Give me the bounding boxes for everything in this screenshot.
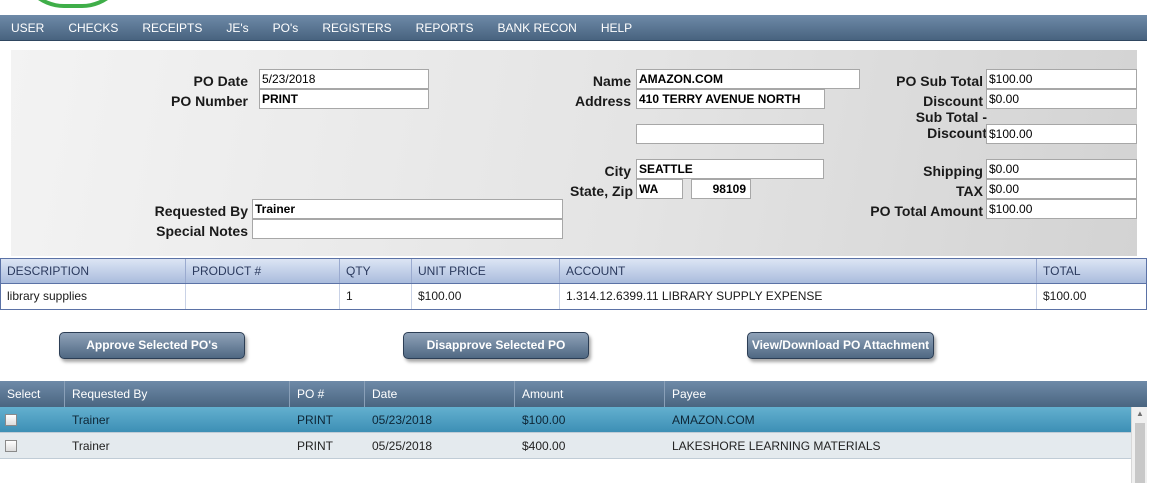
cell-product — [186, 284, 340, 309]
cell-qty: 1 — [340, 284, 412, 309]
po-list-scrollbar[interactable]: ▲ — [1131, 407, 1147, 483]
menu-reports[interactable]: REPORTS — [404, 15, 486, 41]
po-total-amount-label: PO Total Amount — [870, 203, 983, 219]
requested-by-field[interactable]: Trainer — [252, 199, 563, 219]
address-field[interactable]: 410 TERRY AVENUE NORTH — [636, 89, 825, 109]
view-attachment-button[interactable]: View/Download PO Attachment — [747, 332, 934, 359]
po-sub-total-label: PO Sub Total — [896, 73, 983, 89]
col-requested-by[interactable]: Requested By — [65, 381, 290, 407]
special-notes-field[interactable] — [252, 219, 563, 239]
menu-help[interactable]: HELP — [589, 15, 644, 41]
po-row-selected[interactable]: Trainer PRINT 05/23/2018 $100.00 AMAZON.… — [0, 407, 1147, 433]
po-total-amount-field[interactable]: $100.00 — [986, 199, 1137, 219]
col-date[interactable]: Date — [365, 381, 515, 407]
col-po-number[interactable]: PO # — [290, 381, 365, 407]
city-field[interactable]: SEATTLE — [636, 159, 824, 179]
select-checkbox[interactable] — [5, 414, 17, 426]
tax-label: TAX — [956, 183, 983, 199]
state-field[interactable]: WA — [636, 179, 683, 199]
sub-total-discount-label: Discount — [927, 125, 987, 141]
cell-amount: $100.00 — [522, 413, 566, 427]
po-row[interactable]: Trainer PRINT 05/25/2018 $400.00 LAKESHO… — [0, 433, 1147, 459]
cell-description: library supplies — [1, 284, 186, 309]
col-amount[interactable]: Amount — [515, 381, 665, 407]
col-qty[interactable]: QTY — [340, 259, 412, 283]
cell-account: 1.314.12.6399.11 LIBRARY SUPPLY EXPENSE — [560, 284, 1037, 309]
table-row[interactable]: library supplies 1 $100.00 1.314.12.6399… — [0, 284, 1147, 310]
col-payee[interactable]: Payee — [665, 381, 1147, 407]
address-line2-field[interactable] — [636, 124, 824, 144]
cell-amount: $400.00 — [522, 439, 566, 453]
line-items-grid: DESCRIPTION PRODUCT # QTY UNIT PRICE ACC… — [0, 258, 1147, 310]
main-menu-bar: USER CHECKS RECEIPTS JE's PO's REGISTERS… — [0, 15, 1147, 41]
col-description[interactable]: DESCRIPTION — [1, 259, 186, 283]
menu-user[interactable]: USER — [0, 15, 56, 41]
cell-date: 05/23/2018 — [372, 413, 433, 427]
menu-jes[interactable]: JE's — [214, 15, 260, 41]
po-detail-panel: PO Date 5/23/2018 PO Number PRINT Reques… — [11, 50, 1137, 256]
shipping-field[interactable]: $0.00 — [986, 159, 1137, 179]
col-account[interactable]: ACCOUNT — [560, 259, 1037, 283]
zip-field[interactable]: 98109 — [691, 179, 751, 199]
menu-bank-recon[interactable]: BANK RECON — [485, 15, 588, 41]
cell-po-number: PRINT — [297, 439, 333, 453]
cell-total: $100.00 — [1043, 289, 1087, 303]
cell-unit-price: $100.00 — [412, 284, 560, 309]
po-date-label: PO Date — [193, 73, 248, 89]
po-number-field[interactable]: PRINT — [259, 89, 429, 109]
state-zip-label: State, Zip — [569, 183, 633, 199]
payee-name-field[interactable]: AMAZON.COM — [636, 69, 860, 89]
menu-receipts[interactable]: RECEIPTS — [130, 15, 214, 41]
cell-requested-by: Trainer — [72, 413, 110, 427]
po-sub-total-field[interactable]: $100.00 — [986, 69, 1137, 89]
special-notes-label: Special Notes — [156, 223, 248, 239]
disapprove-selected-button[interactable]: Disapprove Selected PO — [403, 332, 589, 359]
menu-registers[interactable]: REGISTERS — [310, 15, 403, 41]
discount-label: Discount — [923, 93, 983, 109]
approve-selected-button[interactable]: Approve Selected PO's — [59, 332, 245, 359]
cell-payee: LAKESHORE LEARNING MATERIALS — [672, 439, 881, 453]
col-unit-price[interactable]: UNIT PRICE — [412, 259, 560, 283]
cell-payee: AMAZON.COM — [672, 413, 755, 427]
menu-pos[interactable]: PO's — [261, 15, 311, 41]
col-product[interactable]: PRODUCT # — [186, 259, 340, 283]
city-label: City — [604, 163, 631, 179]
select-checkbox[interactable] — [5, 440, 17, 452]
cell-po-number: PRINT — [297, 413, 333, 427]
menu-checks[interactable]: CHECKS — [56, 15, 130, 41]
sub-total-minus-discount-field[interactable]: $100.00 — [986, 124, 1137, 144]
scroll-thumb[interactable] — [1135, 423, 1145, 483]
select-cell — [0, 407, 65, 432]
cell-requested-by: Trainer — [72, 439, 110, 453]
po-list-header: Select Requested By PO # Date Amount Pay… — [0, 381, 1147, 407]
line-items-header: DESCRIPTION PRODUCT # QTY UNIT PRICE ACC… — [0, 258, 1147, 284]
sub-total-minus-label: Sub Total - — [915, 109, 987, 125]
discount-field[interactable]: $0.00 — [986, 89, 1137, 109]
address-label: Address — [574, 93, 631, 109]
logo — [18, 0, 128, 8]
requested-by-label: Requested By — [154, 203, 248, 219]
col-select[interactable]: Select — [0, 381, 65, 407]
payee-name-label: Name — [592, 73, 631, 89]
col-total[interactable]: TOTAL — [1037, 259, 1146, 283]
po-number-label: PO Number — [170, 93, 248, 109]
select-cell — [0, 433, 65, 458]
tax-field[interactable]: $0.00 — [986, 179, 1137, 199]
cell-date: 05/25/2018 — [372, 439, 433, 453]
po-date-field[interactable]: 5/23/2018 — [259, 69, 429, 89]
po-approval-screen: USER CHECKS RECEIPTS JE's PO's REGISTERS… — [0, 0, 1159, 483]
shipping-label: Shipping — [923, 163, 983, 179]
po-list-grid: Select Requested By PO # Date Amount Pay… — [0, 381, 1147, 459]
scroll-up-icon[interactable]: ▲ — [1132, 407, 1148, 421]
